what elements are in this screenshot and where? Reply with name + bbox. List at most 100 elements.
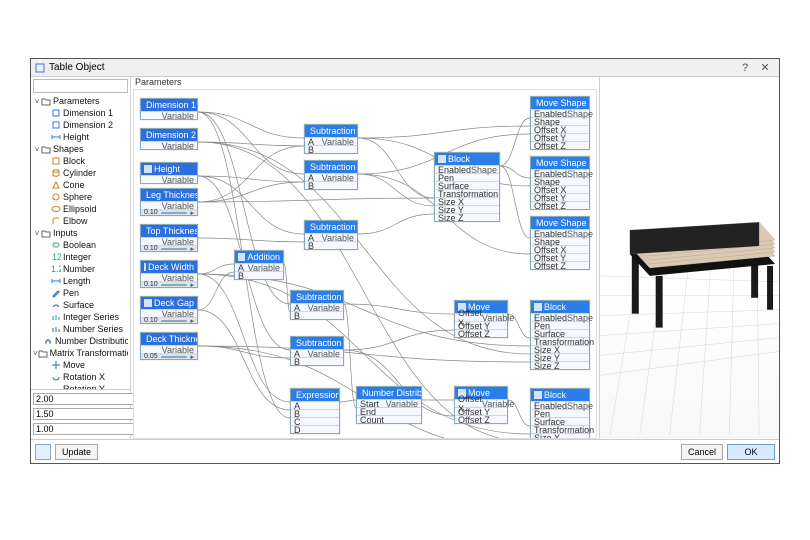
preview-panel[interactable]	[599, 77, 779, 439]
node-port[interactable]: D	[291, 425, 339, 433]
node-title[interactable]: Subtraction	[305, 125, 357, 137]
tree-item[interactable]: ˅Inputs	[33, 227, 128, 239]
node-deckg[interactable]: Deck GapVariable0.10▸	[140, 296, 198, 324]
node-title[interactable]: Deck Width	[141, 261, 197, 273]
node-sub4[interactable]: SubtractionAVariableB	[290, 290, 344, 320]
node-port[interactable]: Size X	[531, 433, 589, 439]
tree-item[interactable]: ˅Matrix Transformations	[33, 347, 128, 359]
tree-item[interactable]: Height	[33, 131, 128, 143]
update-button[interactable]: Update	[55, 444, 98, 460]
node-title[interactable]: Expression	[291, 389, 339, 401]
node-topth[interactable]: Top ThicknessVariable0.10▸	[140, 224, 198, 252]
node-port[interactable]: Variable	[141, 175, 197, 183]
node-port[interactable]: Offset Z	[531, 201, 589, 209]
tree-item[interactable]: Cylinder	[33, 167, 128, 179]
node-port[interactable]: Offset Z	[531, 261, 589, 269]
node-title[interactable]: Move Shape	[531, 217, 589, 229]
tree-item[interactable]: Pen	[33, 287, 128, 299]
component-tree[interactable]: ˅ParametersDimension 1Dimension 2Height˅…	[31, 95, 130, 389]
node-dim2[interactable]: Dimension 2Variable	[140, 128, 198, 150]
node-move2[interactable]: MoveOffset XVariableOffset YOffset Z	[454, 386, 508, 424]
tree-item[interactable]: Integer Series	[33, 311, 128, 323]
tree-item[interactable]: Number Distribution	[33, 335, 128, 347]
node-title[interactable]: Deck Thickness	[141, 333, 197, 345]
node-dim1[interactable]: Dimension 1Variable	[140, 98, 198, 120]
node-title[interactable]: Block	[531, 389, 589, 401]
node-port[interactable]: Variable	[141, 111, 197, 119]
node-title[interactable]: Subtraction	[291, 291, 343, 303]
node-title[interactable]: Top Thickness	[141, 225, 197, 237]
node-title[interactable]: Block	[435, 153, 499, 165]
node-port[interactable]: B	[305, 241, 357, 249]
node-sub3[interactable]: SubtractionAVariableB	[304, 220, 358, 250]
snapshot-button[interactable]	[35, 444, 51, 460]
node-port[interactable]: B	[291, 311, 343, 319]
cancel-button[interactable]: Cancel	[681, 444, 723, 460]
node-title[interactable]: Move Shape	[531, 157, 589, 169]
node-move1[interactable]: MoveOffset XVariableOffset YOffset Z	[454, 300, 508, 338]
node-port[interactable]: Variable	[141, 309, 197, 317]
tree-item[interactable]: Move	[33, 359, 128, 371]
tree-item[interactable]: Surface	[33, 299, 128, 311]
tree-item[interactable]: Rotation X	[33, 371, 128, 383]
tree-caret[interactable]: ˅	[33, 145, 41, 154]
node-title[interactable]: Height	[141, 163, 197, 175]
node-port[interactable]: B	[235, 271, 283, 279]
node-title[interactable]: Deck Gap	[141, 297, 197, 309]
tree-item[interactable]: Number Series	[33, 323, 128, 335]
tree-item[interactable]: ˅Shapes	[33, 143, 128, 155]
node-block3[interactable]: BlockEnabledShapePenSurfaceTransformatio…	[530, 388, 590, 439]
node-sub1[interactable]: SubtractionAVariableB	[304, 124, 358, 154]
tree-item[interactable]: 12Integer	[33, 251, 128, 263]
search-input[interactable]	[33, 79, 128, 93]
node-port[interactable]: Size Z	[531, 361, 589, 369]
tree-item[interactable]: Ellipsoid	[33, 203, 128, 215]
node-title[interactable]: Subtraction	[291, 337, 343, 349]
node-sub2[interactable]: SubtractionAVariableB	[304, 160, 358, 190]
node-title[interactable]: Dimension 2	[141, 129, 197, 141]
node-port[interactable]: Variable	[141, 345, 197, 353]
tree-item[interactable]: Dimension 1	[33, 107, 128, 119]
node-expr[interactable]: ExpressionABCD	[290, 388, 340, 434]
tree-item[interactable]: Dimension 2	[33, 119, 128, 131]
node-msh3[interactable]: Move ShapeEnabledShapeShapeOffset XOffse…	[530, 216, 590, 270]
node-msh2[interactable]: Move ShapeEnabledShapeShapeOffset XOffse…	[530, 156, 590, 210]
node-title[interactable]: Leg Thickness	[141, 189, 197, 201]
node-port[interactable]: Variable	[141, 141, 197, 149]
node-title[interactable]: Subtraction	[305, 161, 357, 173]
node-port[interactable]: Count	[357, 415, 421, 423]
tree-item[interactable]: Boolean	[33, 239, 128, 251]
help-button[interactable]: ?	[735, 62, 755, 74]
node-port[interactable]: B	[305, 181, 357, 189]
node-ndist[interactable]: Number DistributionStartVariableEndCount	[356, 386, 422, 424]
node-port[interactable]: Size Z	[435, 213, 499, 221]
tree-item[interactable]: ˅Parameters	[33, 95, 128, 107]
node-port[interactable]: Variable	[141, 201, 197, 209]
tree-item[interactable]: Elbow	[33, 215, 128, 227]
node-msh1[interactable]: Move ShapeEnabledShapeShapeOffset XOffse…	[530, 96, 590, 150]
close-button[interactable]: ✕	[755, 61, 775, 74]
tree-caret[interactable]: ˅	[33, 229, 41, 238]
node-title[interactable]: Move Shape	[531, 97, 589, 109]
node-port[interactable]: B	[305, 145, 357, 153]
node-title[interactable]: Number Distribution	[357, 387, 421, 399]
tree-caret[interactable]: ˅	[33, 97, 41, 106]
node-port[interactable]: Offset Z	[455, 329, 507, 337]
ok-button[interactable]: OK	[727, 444, 775, 460]
node-title[interactable]: Addition	[235, 251, 283, 263]
node-block2[interactable]: BlockEnabledShapePenSurfaceTransformatio…	[530, 300, 590, 370]
tree-item[interactable]: Block	[33, 155, 128, 167]
node-deckth[interactable]: Deck ThicknessVariable0.05▸	[140, 332, 198, 360]
tree-item[interactable]: 1.2Number	[33, 263, 128, 275]
node-sub5[interactable]: SubtractionAVariableB	[290, 336, 344, 366]
node-legth[interactable]: Leg ThicknessVariable0.10▸	[140, 188, 198, 216]
node-port[interactable]: B	[291, 357, 343, 365]
node-block1[interactable]: BlockEnabledShapePenSurfaceTransformatio…	[434, 152, 500, 222]
node-title[interactable]: Subtraction	[305, 221, 357, 233]
node-port[interactable]: Offset Z	[531, 141, 589, 149]
node-add1[interactable]: AdditionAVariableB	[234, 250, 284, 280]
node-port[interactable]: Offset Z	[455, 415, 507, 423]
node-title[interactable]: Block	[531, 301, 589, 313]
tree-item[interactable]: Sphere	[33, 191, 128, 203]
node-deckw[interactable]: Deck WidthVariable0.10▸	[140, 260, 198, 288]
